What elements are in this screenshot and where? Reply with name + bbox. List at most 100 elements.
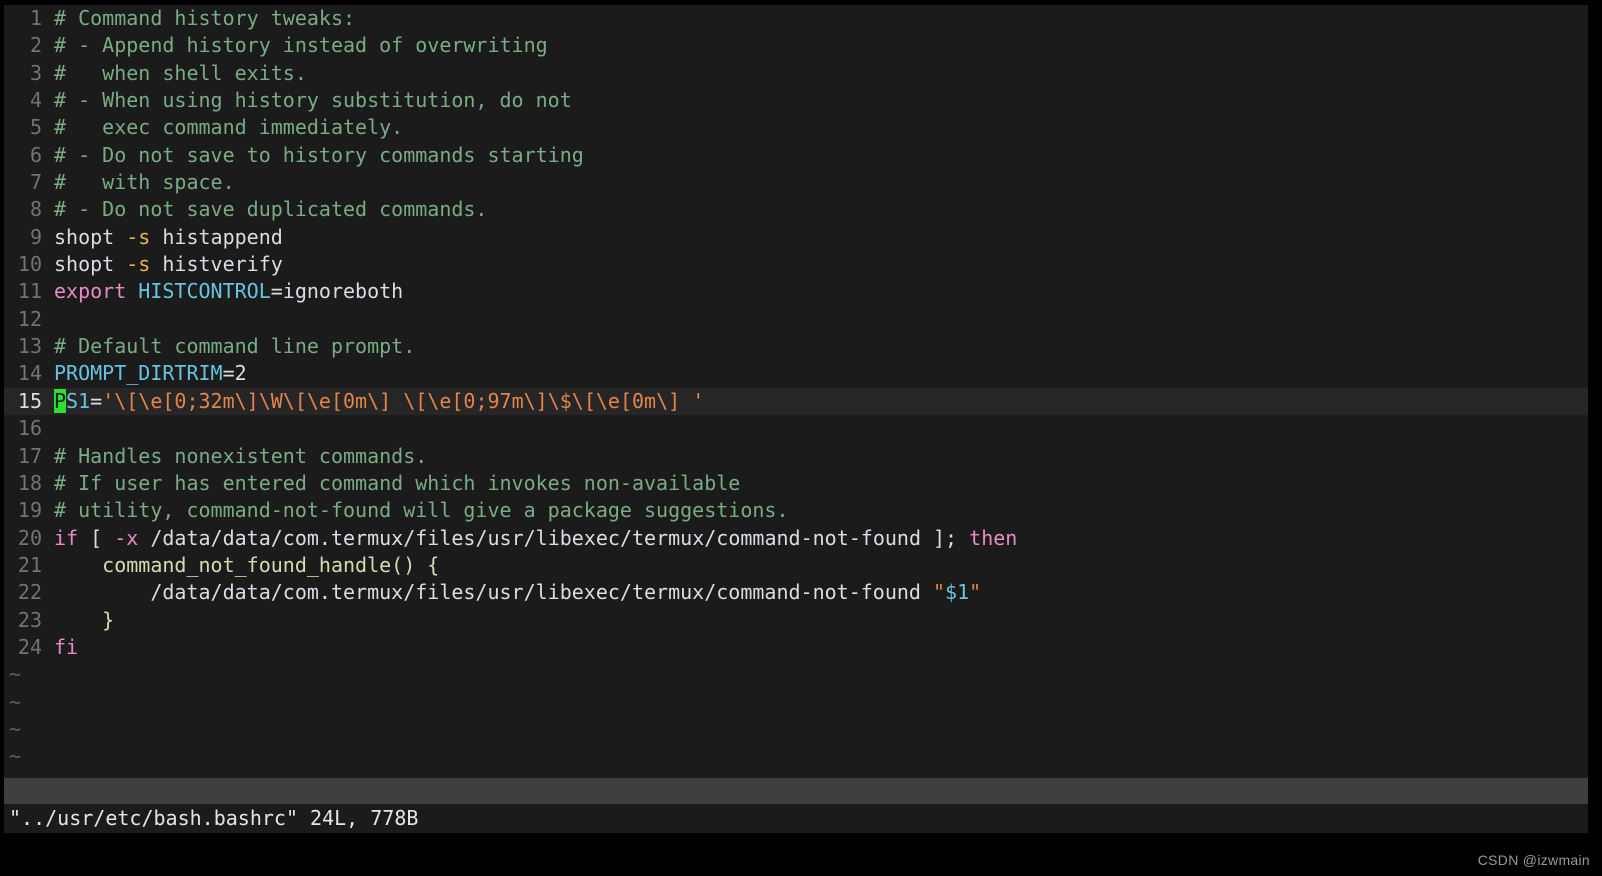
screen: 1 # Command history tweaks: 2 # - Append hi… [0, 0, 1602, 876]
line-number: 16 [17, 416, 42, 441]
vim-statusline [4, 778, 1588, 804]
code-token: # - Append history instead of overwritin… [54, 33, 548, 58]
code-token: " [933, 580, 946, 605]
tilde-icon: ~ [9, 662, 22, 687]
code-token: =2 [222, 361, 247, 386]
code-token: -x [114, 525, 139, 550]
code-token: # - Do not save duplicated commands. [54, 197, 488, 222]
tilde-icon: ~ [9, 689, 22, 714]
editor-line[interactable]: 11 export HISTCONTROL=ignoreboth [4, 278, 1588, 305]
line-number: 5 [29, 115, 42, 140]
line-content: /data/data/com.termux/files/usr/libexec/… [42, 579, 981, 606]
line-content: command_not_found_handle() { [42, 552, 439, 579]
editor-line[interactable]: 13 # Default command line prompt. [4, 333, 1588, 360]
line-number: 24 [17, 634, 42, 659]
line-number: 23 [17, 607, 42, 632]
line-content: # Command history tweaks: [42, 5, 355, 32]
line-number: 18 [17, 470, 42, 495]
line-content: PROMPT_DIRTRIM=2 [42, 360, 247, 387]
editor-line[interactable]: 5 # exec command immediately. [4, 114, 1588, 141]
line-number: 22 [17, 580, 42, 605]
code-token: PROMPT_DIRTRIM [54, 361, 223, 386]
code-token: =ignoreboth [270, 279, 404, 304]
editor-line[interactable]: 4 # - When using history substitution, do… [4, 87, 1588, 114]
line-number: 21 [17, 552, 42, 577]
empty-line-marker-row: ~ [4, 661, 1588, 688]
code-token: # with space. [54, 170, 235, 195]
code-token: histappend [150, 224, 283, 249]
line-number: 11 [17, 279, 42, 304]
editor-line[interactable]: 24 fi [4, 634, 1588, 661]
line-content: # utility, command-not-found will give a… [42, 497, 789, 524]
line-number: 20 [17, 525, 42, 550]
text-cursor: P [54, 388, 67, 413]
editor-line[interactable]: 7 # with space. [4, 169, 1588, 196]
line-content: # Default command line prompt. [42, 333, 415, 360]
code-token: /data/data/com.termux/files/usr/libexec/… [138, 525, 970, 550]
code-token: # - When using history substitution, do … [54, 88, 572, 113]
line-number: 19 [17, 498, 42, 523]
line-content: export HISTCONTROL=ignoreboth [42, 278, 403, 305]
code-token: # utility, command-not-found will give a… [54, 498, 789, 523]
line-number: 17 [17, 443, 42, 468]
code-token: command_not_found_handle() { [54, 552, 440, 577]
editor-line[interactable]: 20 if [ -x /data/data/com.termux/files/us… [4, 525, 1588, 552]
code-token: export [54, 279, 127, 304]
editor-line[interactable]: 21 command_not_found_handle() { [4, 552, 1588, 579]
line-content: shopt -s histverify [42, 251, 283, 278]
editor-line[interactable]: 1 # Command history tweaks: [4, 5, 1588, 32]
editor-line[interactable]: 22 /data/data/com.termux/files/usr/libex… [4, 579, 1588, 606]
vim-message-line[interactable]: "../usr/etc/bash.bashrc" 24L, 778B [4, 804, 1588, 833]
editor-line[interactable]: 9 shopt -s histappend [4, 224, 1588, 251]
editor-line[interactable]: 2 # - Append history instead of overwriti… [4, 32, 1588, 59]
editor-line[interactable]: 19 # utility, command-not-found will give… [4, 497, 1588, 524]
code-token: # when shell exits. [54, 60, 307, 85]
line-content: # - Do not save to history commands star… [42, 142, 584, 169]
line-number: 9 [29, 224, 42, 249]
code-token: HISTCONTROL [138, 279, 271, 304]
editor-line[interactable]: 18 # If user has entered command which in… [4, 470, 1588, 497]
code-token: $1 [945, 580, 970, 605]
code-token: # If user has entered command which invo… [54, 470, 741, 495]
editor-line[interactable]: 15 PS1='\[\e[0;32m\]\W\[\e[0m\] \[\e[0;97… [4, 387, 1588, 416]
empty-line-marker-row: ~ [4, 689, 1588, 716]
line-number: 14 [17, 361, 42, 386]
code-token: = [90, 388, 103, 413]
line-content: fi [42, 634, 78, 661]
editor-line[interactable]: 12 [4, 306, 1588, 333]
line-content: # If user has entered command which invo… [42, 470, 740, 497]
line-number: 1 [29, 6, 42, 30]
editor-line[interactable]: 8 # - Do not save duplicated commands. [4, 196, 1588, 223]
line-number: 2 [29, 33, 42, 58]
editor-buffer[interactable]: 1 # Command history tweaks: 2 # - Append hi… [4, 5, 1588, 778]
code-token: # exec command immediately. [54, 115, 404, 140]
line-number: 4 [29, 88, 42, 113]
watermark: CSDN @izwmain [1477, 852, 1590, 868]
line-number: 7 [29, 170, 42, 195]
line-content: # when shell exits. [42, 60, 307, 87]
line-content: PS1='\[\e[0;32m\]\W\[\e[0m\] \[\e[0;97m\… [42, 388, 704, 415]
line-number: 10 [17, 252, 42, 277]
editor-line[interactable]: 16 [4, 415, 1588, 442]
line-content: # - When using history substitution, do … [42, 87, 572, 114]
editor-line[interactable]: 6 # - Do not save to history commands sta… [4, 142, 1588, 169]
code-token: shopt [54, 224, 127, 249]
line-content: # Handles nonexistent commands. [42, 443, 427, 470]
line-number: 15 [17, 388, 42, 413]
editor-line[interactable]: 3 # when shell exits. [4, 60, 1588, 87]
code-token: -s [126, 224, 151, 249]
editor-line[interactable]: 23 } [4, 607, 1588, 634]
code-token: if [54, 525, 79, 550]
tilde-icon: ~ [9, 716, 22, 741]
empty-line-marker-row: ~ [4, 716, 1588, 743]
line-content: # exec command immediately. [42, 114, 403, 141]
editor-line[interactable]: 17 # Handles nonexistent commands. [4, 443, 1588, 470]
editor-line[interactable]: 10 shopt -s histverify [4, 251, 1588, 278]
line-content: # - Do not save duplicated commands. [42, 196, 487, 223]
editor-line[interactable]: 14 PROMPT_DIRTRIM=2 [4, 360, 1588, 387]
terminal-window[interactable]: 1 # Command history tweaks: 2 # - Append hi… [4, 5, 1588, 833]
code-token: # Command history tweaks: [54, 6, 356, 30]
line-content: shopt -s histappend [42, 224, 283, 251]
line-content: if [ -x /data/data/com.termux/files/usr/… [42, 525, 1017, 552]
